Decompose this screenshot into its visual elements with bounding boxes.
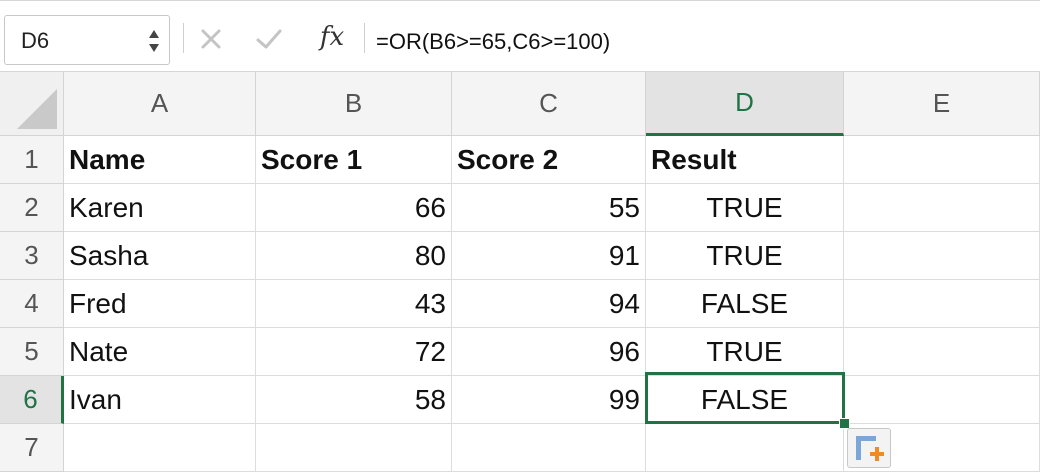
cell-b1[interactable]: Score 1 [256,136,452,184]
cell-d4[interactable]: FALSE [646,280,844,328]
spreadsheet-grid: A B C D E 1 2 3 4 5 6 7 Name Score 1 Sco… [0,72,1040,475]
cell-a1[interactable]: Name [64,136,256,184]
column-header-a[interactable]: A [64,72,256,136]
cell-c5[interactable]: 96 [452,328,646,376]
fx-icon[interactable]: fx [312,21,352,53]
formula-bar: D6 fx =OR(B6>=65,C6>=100) [0,0,1040,72]
row-header-5[interactable]: 5 [0,328,64,376]
row-header-6[interactable]: 6 [0,376,64,424]
name-box[interactable]: D6 [4,15,170,65]
row-header-4[interactable]: 4 [0,280,64,328]
cell-a4[interactable]: Fred [64,280,256,328]
cell-b6[interactable]: 58 [256,376,452,424]
formula-bar-divider [183,23,184,53]
formula-input[interactable]: =OR(B6>=65,C6>=100) [376,29,610,55]
cell-c1[interactable]: Score 2 [452,136,646,184]
name-box-value[interactable]: D6 [21,28,49,54]
cell-a3[interactable]: Sasha [64,232,256,280]
check-icon[interactable] [252,23,286,55]
row-header-7[interactable]: 7 [0,424,64,472]
cell-c6[interactable]: 99 [452,376,646,424]
row-header-2[interactable]: 2 [0,184,64,232]
cell-b4[interactable]: 43 [256,280,452,328]
name-box-stepper-icon[interactable] [147,26,161,56]
quick-analysis-icon[interactable] [847,428,891,468]
cell-d1[interactable]: Result [646,136,844,184]
cell-a7[interactable] [64,424,256,472]
column-header-d[interactable]: D [646,72,844,136]
row-header-3[interactable]: 3 [0,232,64,280]
cell-e1[interactable] [844,136,1040,184]
cell-b5[interactable]: 72 [256,328,452,376]
row-header-1[interactable]: 1 [0,136,64,184]
cell-d5[interactable]: TRUE [646,328,844,376]
cell-c3[interactable]: 91 [452,232,646,280]
cell-e4[interactable] [844,280,1040,328]
cell-b3[interactable]: 80 [256,232,452,280]
cell-c4[interactable]: 94 [452,280,646,328]
close-icon[interactable] [196,23,226,55]
cell-d7[interactable] [646,424,844,472]
cell-d6[interactable]: FALSE [646,376,844,424]
cell-a6[interactable]: Ivan [64,376,256,424]
cell-a5[interactable]: Nate [64,328,256,376]
cell-a2[interactable]: Karen [64,184,256,232]
cell-e6[interactable] [844,376,1040,424]
cell-d2[interactable]: TRUE [646,184,844,232]
column-header-c[interactable]: C [452,72,646,136]
column-header-e[interactable]: E [844,72,1040,136]
cell-e5[interactable] [844,328,1040,376]
formula-bar-divider [364,23,365,53]
cell-d3[interactable]: TRUE [646,232,844,280]
select-all-button[interactable] [0,72,64,136]
cell-b7[interactable] [256,424,452,472]
cell-c2[interactable]: 55 [452,184,646,232]
cell-e2[interactable] [844,184,1040,232]
cell-b2[interactable]: 66 [256,184,452,232]
column-header-b[interactable]: B [256,72,452,136]
cell-e3[interactable] [844,232,1040,280]
cell-c7[interactable] [452,424,646,472]
